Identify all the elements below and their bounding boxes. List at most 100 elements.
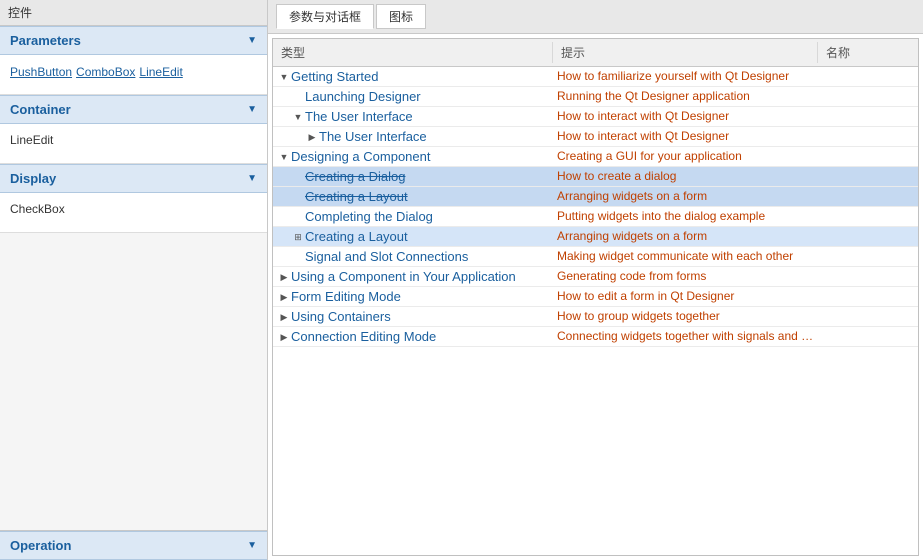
row-13-text: Using Containers	[291, 309, 391, 324]
container-section-header[interactable]: Container ▼	[0, 95, 267, 124]
table-row[interactable]: Launching Designer Running the Qt Design…	[273, 87, 918, 107]
row-11-type: Using a Component in Your Application	[273, 267, 553, 286]
container-widget-lineedit[interactable]: LineEdit	[10, 130, 257, 150]
row-12-expander[interactable]	[277, 290, 291, 304]
display-label: Display	[10, 171, 56, 186]
row-3-expander[interactable]	[291, 110, 305, 124]
table-row[interactable]: Form Editing Mode How to edit a form in …	[273, 287, 918, 307]
display-content: CheckBox	[0, 193, 267, 233]
row-2-name	[818, 87, 918, 106]
row-2-expander	[291, 90, 305, 104]
table-row[interactable]: Designing a Component Creating a GUI for…	[273, 147, 918, 167]
row-11-expander[interactable]	[277, 270, 291, 284]
row-12-name	[818, 287, 918, 306]
row-2-hint: Running the Qt Designer application	[553, 87, 818, 106]
left-panel: 控件 Parameters ▼ PushButton ComboBox Line…	[0, 0, 268, 560]
row-13-type: Using Containers	[273, 307, 553, 326]
parameters-section-header[interactable]: Parameters ▼	[0, 26, 267, 55]
row-10-name	[818, 247, 918, 266]
row-11-text: Using a Component in Your Application	[291, 269, 516, 284]
row-8-expander	[291, 210, 305, 224]
table-row[interactable]: ⊞ Creating a Layout Arranging widgets on…	[273, 227, 918, 247]
row-11-hint: Generating code from forms	[553, 267, 818, 286]
row-3-type: The User Interface	[273, 107, 553, 126]
row-6-text: Creating a Dialog	[305, 169, 405, 184]
table-row[interactable]: ▶ The User Interface How to interact wit…	[273, 127, 918, 147]
tree-table[interactable]: 类型 提示 名称 Getting Started How to familiar…	[272, 38, 919, 556]
container-arrow: ▼	[247, 104, 257, 115]
tab-params[interactable]: 参数与对话框	[276, 4, 374, 29]
row-2-type: Launching Designer	[273, 87, 553, 106]
row-14-text: Connection Editing Mode	[291, 329, 436, 344]
row-7-name	[818, 187, 918, 206]
table-row[interactable]: Creating a Dialog How to create a dialog	[273, 167, 918, 187]
table-row[interactable]: Using Containers How to group widgets to…	[273, 307, 918, 327]
header-type: 类型	[273, 42, 553, 63]
row-11-name	[818, 267, 918, 286]
row-3-name	[818, 107, 918, 126]
table-row[interactable]: Connection Editing Mode Connecting widge…	[273, 327, 918, 347]
row-5-name	[818, 147, 918, 166]
row-4-text: The User Interface	[319, 129, 427, 144]
row-5-expander[interactable]	[277, 150, 291, 164]
parameters-label: Parameters	[10, 33, 81, 48]
tree-header: 类型 提示 名称	[273, 39, 918, 67]
row-13-expander[interactable]	[277, 310, 291, 324]
row-10-expander	[291, 250, 305, 264]
row-2-text: Launching Designer	[305, 89, 421, 104]
row-1-expander[interactable]	[277, 70, 291, 84]
widget-pushbutton[interactable]: PushButton	[10, 65, 72, 79]
operation-section-header[interactable]: Operation ▼	[0, 531, 267, 560]
row-7-text: Creating a Layout	[305, 189, 408, 204]
table-row[interactable]: Getting Started How to familiarize yours…	[273, 67, 918, 87]
row-10-text: Signal and Slot Connections	[305, 249, 468, 264]
row-1-name	[818, 67, 918, 86]
row-8-text: Completing the Dialog	[305, 209, 433, 224]
operation-label: Operation	[10, 538, 71, 553]
left-spacer	[0, 233, 267, 530]
header-name: 名称	[818, 42, 918, 63]
row-14-expander[interactable]	[277, 330, 291, 344]
row-5-text: Designing a Component	[291, 149, 430, 164]
table-row[interactable]: Completing the Dialog Putting widgets in…	[273, 207, 918, 227]
row-13-hint: How to group widgets together	[553, 307, 818, 326]
parameters-widgets: PushButton ComboBox LineEdit	[10, 61, 257, 83]
display-section-header[interactable]: Display ▼	[0, 164, 267, 193]
parameters-arrow: ▼	[247, 35, 257, 46]
row-12-text: Form Editing Mode	[291, 289, 401, 304]
row-4-name	[818, 127, 918, 146]
table-row[interactable]: Using a Component in Your Application Ge…	[273, 267, 918, 287]
container-label: Container	[10, 102, 71, 117]
row-7-hint: Arranging widgets on a form	[553, 187, 818, 206]
widget-combobox[interactable]: ComboBox	[76, 65, 135, 79]
row-1-hint: How to familiarize yourself with Qt Desi…	[553, 67, 818, 86]
row-8-type: Completing the Dialog	[273, 207, 553, 226]
row-4-type: ▶ The User Interface	[273, 127, 553, 146]
row-12-type: Form Editing Mode	[273, 287, 553, 306]
row-7-expander	[291, 190, 305, 204]
table-row[interactable]: Creating a Layout Arranging widgets on a…	[273, 187, 918, 207]
display-widget-checkbox[interactable]: CheckBox	[10, 199, 257, 219]
row-6-type: Creating a Dialog	[273, 167, 553, 186]
row-13-name	[818, 307, 918, 326]
row-9-type: ⊞ Creating a Layout	[273, 227, 553, 246]
left-panel-title: 控件	[0, 0, 267, 26]
row-14-type: Connection Editing Mode	[273, 327, 553, 346]
container-content: LineEdit	[0, 124, 267, 164]
row-8-name	[818, 207, 918, 226]
row-3-text: The User Interface	[305, 109, 413, 124]
table-row[interactable]: The User Interface How to interact with …	[273, 107, 918, 127]
right-panel-header: 参数与对话框 图标	[268, 0, 923, 34]
row-3-hint: How to interact with Qt Designer	[553, 107, 818, 126]
header-hint: 提示	[553, 42, 818, 63]
row-6-hint: How to create a dialog	[553, 167, 818, 186]
table-row[interactable]: Signal and Slot Connections Making widge…	[273, 247, 918, 267]
row-4-expander: ▶	[305, 130, 319, 144]
row-10-hint: Making widget communicate with each othe…	[553, 247, 818, 266]
tab-icons[interactable]: 图标	[376, 4, 426, 29]
row-14-hint: Connecting widgets together with signals…	[553, 327, 818, 346]
widget-lineedit-param[interactable]: LineEdit	[139, 65, 182, 79]
operation-arrow: ▼	[247, 540, 257, 551]
row-6-expander	[291, 170, 305, 184]
row-9-text: Creating a Layout	[305, 229, 408, 244]
